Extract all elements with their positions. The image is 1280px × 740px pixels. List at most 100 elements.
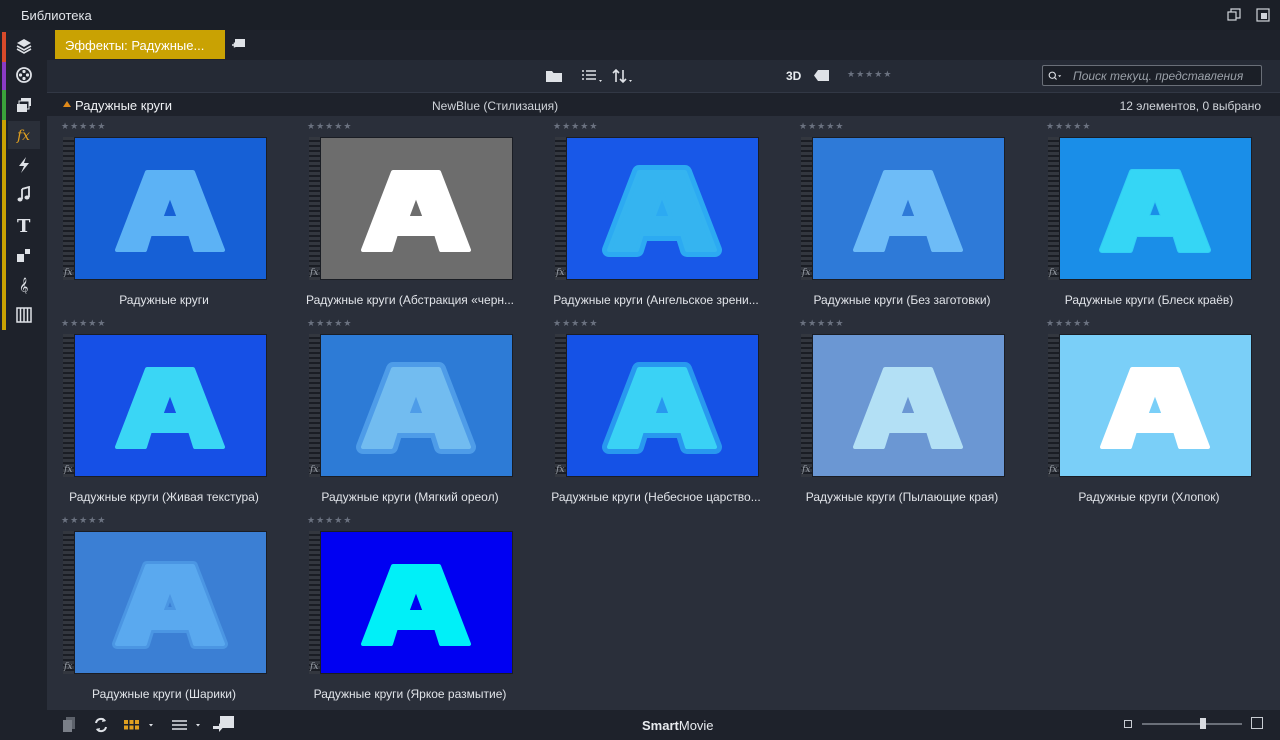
item-rating[interactable]: ★ ★ ★ ★ ★	[799, 319, 843, 328]
star-icon[interactable]: ★	[1082, 319, 1090, 328]
star-icon[interactable]: ★	[835, 319, 843, 328]
star-icon[interactable]: ★	[316, 516, 324, 525]
add-tab-icon[interactable]	[231, 36, 247, 52]
star-icon[interactable]: ★	[589, 122, 597, 131]
effect-thumbnail[interactable]: fx	[555, 334, 759, 477]
send-to-timeline-icon[interactable]	[212, 714, 236, 734]
star-icon[interactable]: ★	[70, 122, 78, 131]
star-icon[interactable]: ★	[562, 319, 570, 328]
star-icon[interactable]: ★	[571, 319, 579, 328]
sidebar-item-menus[interactable]	[8, 241, 40, 269]
effect-thumbnail[interactable]: fx	[801, 334, 1005, 477]
search-input[interactable]	[1073, 68, 1259, 84]
star-icon[interactable]: ★	[88, 122, 96, 131]
star-icon[interactable]: ★	[325, 319, 333, 328]
list-menu-icon[interactable]	[171, 718, 205, 732]
effect-item[interactable]: ★ ★ ★ ★ ★ fx Радужные круги	[47, 116, 267, 308]
star-icon[interactable]: ★	[307, 516, 315, 525]
star-icon[interactable]: ★	[88, 319, 96, 328]
star-icon[interactable]: ★	[826, 122, 834, 131]
refresh-icon[interactable]	[93, 716, 109, 734]
item-rating[interactable]: ★ ★ ★ ★ ★	[61, 122, 105, 131]
star-icon[interactable]: ★	[334, 319, 342, 328]
star-icon[interactable]: ★	[79, 319, 87, 328]
sidebar-item-sound[interactable]: 𝄞	[8, 271, 40, 299]
star-icon[interactable]: ★	[307, 319, 315, 328]
item-rating[interactable]: ★ ★ ★ ★ ★	[1046, 122, 1090, 131]
star-icon[interactable]: ★	[307, 122, 315, 131]
effect-item[interactable]: ★ ★ ★ ★ ★ fx Радужные круги (Пылающие края)	[785, 313, 1005, 505]
effect-thumbnail[interactable]: fx	[309, 137, 513, 280]
star-icon[interactable]: ★	[553, 122, 561, 131]
star-icon[interactable]: ★	[88, 516, 96, 525]
zoom-in-icon[interactable]	[1251, 717, 1263, 729]
star-icon[interactable]: ★	[580, 122, 588, 131]
star-icon[interactable]: ★	[826, 319, 834, 328]
rating-filter[interactable]: ★ ★ ★ ★ ★	[847, 70, 891, 79]
item-rating[interactable]: ★ ★ ★ ★ ★	[307, 319, 351, 328]
item-rating[interactable]: ★ ★ ★ ★ ★	[553, 319, 597, 328]
effect-thumbnail[interactable]: fx	[309, 334, 513, 477]
star-icon[interactable]: ★	[808, 122, 816, 131]
star-icon[interactable]: ★	[334, 122, 342, 131]
star-icon[interactable]: ★	[1064, 122, 1072, 131]
star-icon[interactable]: ★	[553, 319, 561, 328]
filter-3d-button[interactable]: 3D	[786, 69, 801, 83]
sidebar-item-scorefitter[interactable]	[8, 301, 40, 329]
star-icon[interactable]: ★	[325, 516, 333, 525]
effect-item[interactable]: ★ ★ ★ ★ ★ fx Радужные круги (Шарики)	[47, 510, 267, 702]
star-icon[interactable]: ★	[79, 516, 87, 525]
star-icon[interactable]: ★	[79, 122, 87, 131]
star-icon[interactable]: ★	[61, 122, 69, 131]
item-rating[interactable]: ★ ★ ★ ★ ★	[307, 516, 351, 525]
star-icon[interactable]: ★	[1046, 122, 1054, 131]
item-rating[interactable]: ★ ★ ★ ★ ★	[61, 319, 105, 328]
star-icon[interactable]: ★	[343, 122, 351, 131]
star-icon[interactable]: ★	[571, 122, 579, 131]
star-icon[interactable]: ★	[97, 516, 105, 525]
effect-item[interactable]: ★ ★ ★ ★ ★ fx Радужные круги (Мягкий ореол)	[293, 313, 513, 505]
item-rating[interactable]: ★ ★ ★ ★ ★	[553, 122, 597, 131]
tab-effects[interactable]: Эффекты: Радужные...	[55, 30, 225, 59]
collapse-arrow-icon[interactable]	[63, 101, 71, 107]
item-rating[interactable]: ★ ★ ★ ★ ★	[61, 516, 105, 525]
star-icon[interactable]: ★	[589, 319, 597, 328]
detach-icon[interactable]	[1256, 8, 1270, 22]
sidebar-item-transitions[interactable]	[8, 91, 40, 119]
effect-thumbnail[interactable]: fx	[63, 531, 267, 674]
effect-thumbnail[interactable]: fx	[801, 137, 1005, 280]
star-icon[interactable]: ★	[61, 516, 69, 525]
star-icon[interactable]: ★	[835, 122, 843, 131]
sidebar-item-music[interactable]	[8, 181, 40, 209]
list-view-icon[interactable]	[581, 69, 603, 83]
star-icon[interactable]: ★	[562, 122, 570, 131]
effect-item[interactable]: ★ ★ ★ ★ ★ fx Радужные круги (Хлопок)	[1032, 313, 1252, 505]
star-icon[interactable]: ★	[817, 319, 825, 328]
effect-item[interactable]: ★ ★ ★ ★ ★ fx Радужные круги (Ангельское зрени.…	[539, 116, 759, 308]
star-icon[interactable]: ★	[580, 319, 588, 328]
effect-item[interactable]: ★ ★ ★ ★ ★ fx Радужные круги (Яркое размытие)	[293, 510, 513, 702]
sidebar-item-media[interactable]	[8, 61, 40, 89]
zoom-out-icon[interactable]	[1124, 720, 1132, 728]
star-icon[interactable]: ★	[1055, 319, 1063, 328]
star-icon[interactable]: ★	[97, 122, 105, 131]
star-icon[interactable]: ★	[817, 122, 825, 131]
star-icon[interactable]: ★	[316, 122, 324, 131]
star-icon[interactable]: ★	[316, 319, 324, 328]
effect-item[interactable]: ★ ★ ★ ★ ★ fx Радужные круги (Небесное царство.…	[539, 313, 760, 505]
effect-item[interactable]: ★ ★ ★ ★ ★ fx Радужные круги (Живая текстура)	[47, 313, 267, 505]
star-icon[interactable]: ★	[1046, 319, 1054, 328]
effect-item[interactable]: ★ ★ ★ ★ ★ fx Радужные круги (Блеск краёв)	[1032, 116, 1252, 308]
star-icon[interactable]: ★	[343, 319, 351, 328]
sidebar-item-montage[interactable]	[8, 151, 40, 179]
effect-item[interactable]: ★ ★ ★ ★ ★ fx Радужные круги (Абстракция «черн.…	[293, 116, 514, 308]
star-icon[interactable]: ★	[799, 122, 807, 131]
star-icon[interactable]: ★	[70, 319, 78, 328]
copy-icon[interactable]	[61, 716, 77, 734]
star-icon[interactable]: ★	[61, 319, 69, 328]
effect-thumbnail[interactable]: fx	[63, 137, 267, 280]
sidebar-item-effects[interactable]: fx	[8, 121, 40, 149]
star-icon[interactable]: ★	[334, 516, 342, 525]
item-rating[interactable]: ★ ★ ★ ★ ★	[799, 122, 843, 131]
grid-view-icon[interactable]	[123, 718, 157, 732]
